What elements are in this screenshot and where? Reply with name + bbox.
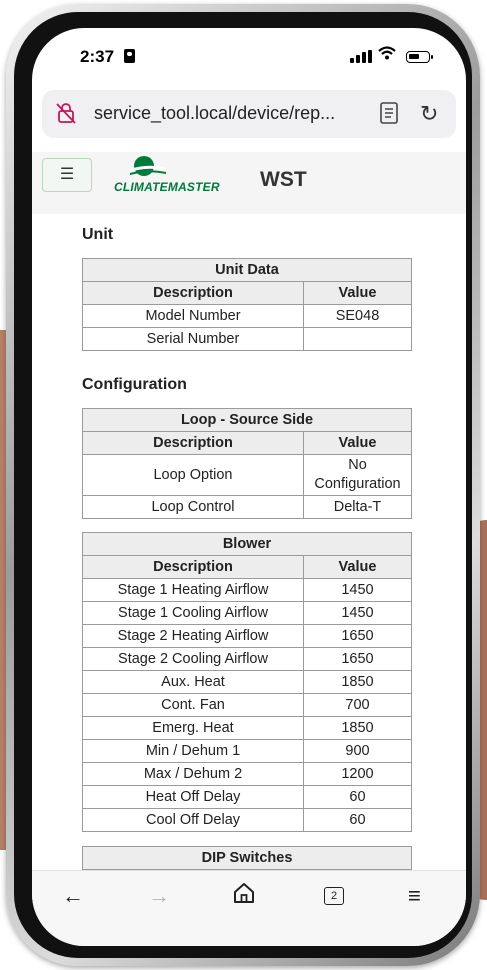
dip-switches-table: DIP Switches <box>82 846 412 870</box>
table-cell: 1450 <box>303 578 412 602</box>
table-cell: 60 <box>303 785 412 809</box>
table-cell: Delta-T <box>303 495 412 519</box>
table-row: Stage 1 Heating Airflow 1450 <box>82 578 412 602</box>
unit-data-table: Unit Data Description Value Model Number… <box>82 258 412 351</box>
table-cell: SE048 <box>303 304 412 328</box>
table-cell: 60 <box>303 808 412 832</box>
table-cell: Max / Dehum 2 <box>82 762 304 786</box>
section-heading-configuration: Configuration <box>82 376 187 393</box>
back-arrow-icon[interactable]: ← <box>62 883 84 909</box>
column-header: Value <box>303 555 412 579</box>
table-row: Stage 1 Cooling Airflow 1450 <box>82 601 412 625</box>
reader-mode-icon[interactable] <box>380 102 398 124</box>
loop-source-side-table: Loop - Source Side Description Value Loo… <box>82 408 412 519</box>
table-cell: Stage 2 Heating Airflow <box>82 624 304 648</box>
table-cell: No Configuration <box>303 454 412 496</box>
forward-arrow-icon[interactable]: → <box>148 883 170 909</box>
table-cell: Heat Off Delay <box>82 785 304 809</box>
site-title: WST <box>260 168 307 191</box>
table-title: Loop - Source Side <box>82 408 412 432</box>
table-cell: Min / Dehum 1 <box>82 739 304 763</box>
table-title: Unit Data <box>82 258 412 282</box>
table-cell: 900 <box>303 739 412 763</box>
column-header: Value <box>303 431 412 455</box>
phone-screen: 2:37 service_tool.local/device/rep... ↻ … <box>32 28 466 946</box>
home-icon[interactable] <box>232 881 256 911</box>
section-heading-unit: Unit <box>82 226 114 243</box>
table-cell: Loop Option <box>82 454 304 496</box>
climatemaster-logo: CLIMATEMASTER <box>114 154 226 198</box>
table-row: Aux. Heat 1850 <box>82 670 412 694</box>
table-row: Cool Off Delay 60 <box>82 808 412 832</box>
menu-icon[interactable]: ≡ <box>408 883 421 909</box>
table-title: DIP Switches <box>82 846 412 870</box>
table-row: Min / Dehum 1 900 <box>82 739 412 763</box>
report-content: Unit Unit Data Description Value Model N… <box>32 214 466 870</box>
table-row: Heat Off Delay 60 <box>82 785 412 809</box>
address-bar[interactable]: service_tool.local/device/rep... ↻ <box>42 90 456 138</box>
table-title: Blower <box>82 532 412 556</box>
table-cell: Stage 1 Cooling Airflow <box>82 601 304 625</box>
table-cell <box>303 327 412 351</box>
table-row: Cont. Fan 700 <box>82 693 412 717</box>
column-header: Value <box>303 281 412 305</box>
status-bar: 2:37 <box>32 28 466 88</box>
blower-table: Blower Description Value Stage 1 Heating… <box>82 532 412 832</box>
table-cell: Loop Control <box>82 495 304 519</box>
table-row: Stage 2 Heating Airflow 1650 <box>82 624 412 648</box>
table-cell: 1650 <box>303 647 412 671</box>
status-time: 2:37 <box>80 47 115 66</box>
column-header: Description <box>82 281 304 305</box>
table-row: Loop Option No Configuration <box>82 454 412 496</box>
table-cell: Cool Off Delay <box>82 808 304 832</box>
column-header: Description <box>82 431 304 455</box>
table-row: Stage 2 Cooling Airflow 1650 <box>82 647 412 671</box>
table-cell: 1850 <box>303 716 412 740</box>
id-card-icon <box>124 49 135 63</box>
table-cell: Model Number <box>82 304 304 328</box>
table-cell: Cont. Fan <box>82 693 304 717</box>
table-cell: 1650 <box>303 624 412 648</box>
table-cell: Stage 1 Heating Airflow <box>82 578 304 602</box>
table-cell: Stage 2 Cooling Airflow <box>82 647 304 671</box>
table-row: Max / Dehum 2 1200 <box>82 762 412 786</box>
logo-text: CLIMATEMASTER <box>114 180 220 194</box>
wifi-icon <box>378 46 396 65</box>
table-cell: Serial Number <box>82 327 304 351</box>
column-header: Description <box>82 555 304 579</box>
table-cell: 1200 <box>303 762 412 786</box>
table-cell: Emerg. Heat <box>82 716 304 740</box>
table-cell: 700 <box>303 693 412 717</box>
insecure-lock-icon[interactable] <box>54 101 78 125</box>
tabs-icon[interactable]: 2 <box>324 887 344 905</box>
site-header: ☰ CLIMATEMASTER WST <box>32 152 466 214</box>
url-text[interactable]: service_tool.local/device/rep... <box>94 103 335 124</box>
hamburger-menu-button[interactable]: ☰ <box>42 158 92 192</box>
table-cell: Aux. Heat <box>82 670 304 694</box>
table-row: Model Number SE048 <box>82 304 412 328</box>
table-cell: 1850 <box>303 670 412 694</box>
table-row: Emerg. Heat 1850 <box>82 716 412 740</box>
cellular-signal-icon <box>350 50 372 63</box>
reload-icon[interactable]: ↻ <box>420 101 438 127</box>
table-row: Serial Number <box>82 327 412 351</box>
table-row: Loop Control Delta-T <box>82 495 412 519</box>
table-cell: 1450 <box>303 601 412 625</box>
battery-icon <box>406 51 433 63</box>
browser-toolbar: ← → 2 ≡ <box>32 870 466 946</box>
